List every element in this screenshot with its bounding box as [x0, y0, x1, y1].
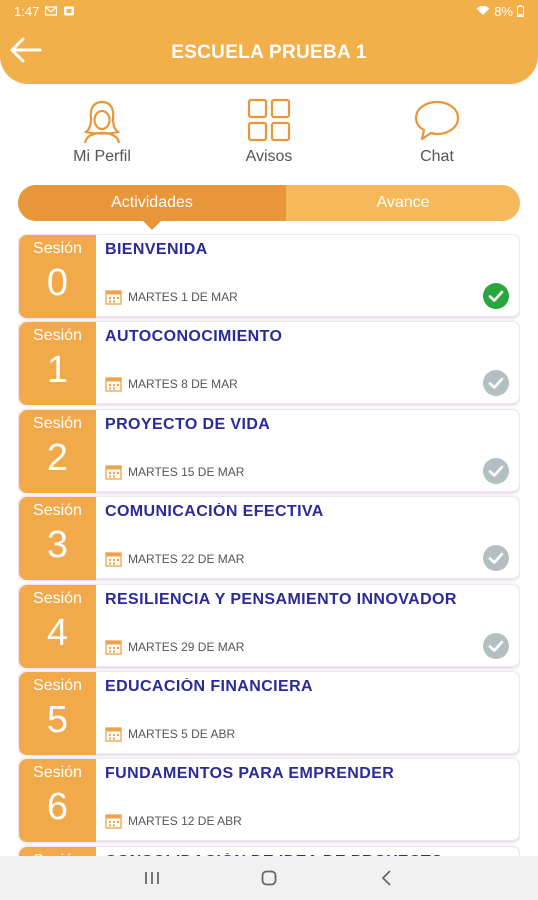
session-number: 5: [46, 698, 69, 741]
session-title: BIENVENIDA: [105, 241, 208, 258]
quick-nav: Mi Perfil Avisos Chat: [0, 98, 538, 172]
quick-nav-notices[interactable]: Avisos: [209, 98, 329, 166]
session-badge: Sesión 6: [19, 759, 96, 843]
tab-actividades[interactable]: Actividades: [18, 185, 286, 230]
battery-icon: [517, 5, 524, 17]
calendar-icon: [105, 377, 122, 393]
session-word: Sesión: [33, 502, 82, 520]
calendar-icon: [105, 639, 122, 655]
status-time: 1:47: [14, 3, 40, 19]
calendar-icon: [105, 727, 122, 742]
session-title: COMUNICACIÓN EFECTIVA: [105, 503, 324, 521]
session-date-text: MARTES 15 DE MAR: [128, 464, 245, 479]
session-title: FUNDAMENTOS PARA EMPRENDER: [105, 765, 395, 783]
session-date: MARTES 1 DE MAR: [105, 289, 238, 305]
session-badge: Sesión 2: [19, 409, 96, 493]
chat-bubble-icon: [414, 100, 460, 141]
recent-apps-icon[interactable]: [137, 866, 167, 890]
session-date: MARTES 15 DE MAR: [105, 464, 244, 480]
wifi-icon: [476, 6, 490, 16]
session-date-text: MARTES 29 DE MAR: [128, 639, 245, 654]
session-card[interactable]: Sesión 6 FUNDAMENTOS PARA EMPRENDER MARTES …: [18, 758, 520, 843]
tab-actividades-label: Actividades: [111, 194, 193, 211]
session-card[interactable]: Sesión 1 AUTOCONOCIMIENTO MARTES 8 DE MAR: [18, 321, 520, 406]
check-pending-icon: [483, 370, 509, 397]
session-word: Sesión: [33, 414, 82, 432]
session-title: RESILIENCIA Y PENSAMIENTO INNOVADOR: [105, 590, 457, 608]
session-card[interactable]: Sesión7CONSOLIDACIÓN DE IDEA DE PROYECTO: [18, 845, 520, 856]
check-pending-icon: [483, 545, 509, 572]
session-badge: Sesión 0: [19, 235, 96, 318]
session-date-text: MARTES 22 DE MAR: [128, 552, 245, 567]
profile-icon: [83, 100, 121, 144]
session-word: Sesión: [33, 240, 82, 257]
quick-nav-notices-label: Avisos: [245, 148, 293, 165]
status-bar: 1:47 8%: [0, 0, 538, 22]
session-card[interactable]: Sesión 2 PROYECTO DE VIDA MARTES 15 DE MAR: [18, 408, 520, 493]
app-notification-icon: [64, 6, 75, 16]
check-pending-icon: [483, 632, 509, 659]
system-nav-bar: [0, 856, 538, 900]
session-date-text: MARTES 5 DE ABR: [128, 726, 236, 741]
quick-nav-profile[interactable]: Mi Perfil: [42, 98, 162, 166]
session-title: EDUCACIÓN FINANCIERA: [105, 677, 313, 695]
calendar-icon: [105, 814, 122, 829]
tab-avance-label: Avance: [376, 194, 430, 211]
session-date: MARTES 22 DE MAR: [105, 551, 244, 567]
battery-percent: 8%: [494, 3, 513, 19]
quick-nav-chat[interactable]: Chat: [377, 98, 497, 166]
session-number: 6: [46, 786, 69, 829]
session-date-text: MARTES 12 DE ABR: [128, 814, 242, 829]
session-card[interactable]: Sesión 5 EDUCACIÓN FINANCIERA MARTES 5 DE A…: [18, 670, 520, 755]
calendar-icon: [105, 290, 122, 305]
session-title: PROYECTO DE VIDA: [105, 415, 271, 433]
session-date: MARTES 8 DE MAR: [105, 376, 238, 393]
grid-icon: [247, 98, 291, 142]
session-number: 0: [46, 262, 69, 304]
session-card[interactable]: Sesión 4 RESILIENCIA Y PENSAMIENTO INNOVAD…: [18, 583, 520, 668]
mail-icon: [45, 6, 58, 16]
session-number: 3: [46, 524, 69, 567]
session-word: Sesión: [33, 327, 82, 345]
quick-nav-profile-label: Mi Perfil: [73, 148, 131, 165]
tab-bar: Actividades Avance: [18, 185, 520, 230]
session-number: 1: [46, 349, 69, 392]
session-number: 4: [46, 611, 69, 654]
session-badge: Sesión 5: [19, 671, 96, 755]
calendar-icon: [105, 552, 122, 567]
session-card[interactable]: Sesión 0 BIENVENIDA MARTES 1 DE MAR: [18, 234, 520, 318]
session-title: AUTOCONOCIMIENTO: [105, 328, 283, 346]
app-header: ESCUELA PRUEBA 1: [0, 22, 538, 84]
session-date-text: MARTES 8 DE MAR: [128, 377, 238, 392]
check-pending-icon: [483, 457, 509, 484]
session-badge: Sesión 4: [19, 584, 96, 668]
session-number: 2: [46, 436, 69, 479]
tab-avance[interactable]: Avance: [286, 185, 520, 221]
home-icon[interactable]: [254, 866, 284, 890]
session-word: Sesión: [33, 589, 82, 607]
session-date-text: MARTES 1 DE MAR: [128, 290, 238, 304]
quick-nav-chat-label: Chat: [420, 148, 454, 165]
page-title: ESCUELA PRUEBA 1: [171, 42, 367, 63]
session-card[interactable]: Sesión 3 COMUNICACIÓN EFECTIVA MARTES 22 DE…: [18, 496, 520, 581]
session-list: Sesión 0 BIENVENIDA MARTES 1 DE MAR Sesión 1 A…: [18, 234, 520, 856]
session-badge: Sesión7: [19, 846, 96, 856]
session-badge: Sesión 3: [19, 497, 96, 581]
session-date: MARTES 12 DE ABR: [105, 813, 242, 829]
session-date: MARTES 29 DE MAR: [105, 639, 244, 655]
session-date: MARTES 5 DE ABR: [105, 726, 235, 742]
system-back-icon[interactable]: [372, 866, 402, 890]
check-complete-icon: [483, 283, 509, 309]
calendar-icon: [105, 465, 122, 480]
session-badge: Sesión 1: [19, 322, 96, 406]
session-word: Sesión: [33, 764, 82, 782]
session-word: Sesión: [33, 676, 82, 694]
